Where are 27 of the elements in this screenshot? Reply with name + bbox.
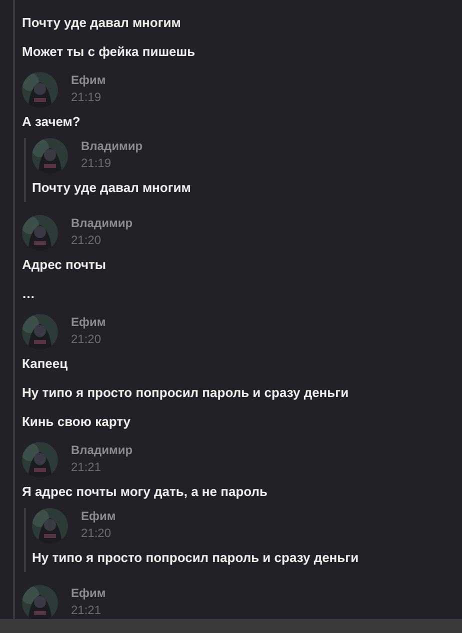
message-text: Ну типо я просто попросил пароль и сразу деньги: [22, 384, 349, 402]
quoted-message[interactable]: Владимир 21:19 Почту уде давал многим: [24, 138, 462, 202]
author-name[interactable]: Ефим: [71, 314, 106, 330]
message-time: 21:20: [71, 331, 102, 348]
author-name[interactable]: Ефим: [81, 508, 116, 524]
author-name[interactable]: Владимир: [71, 442, 133, 458]
message-time: 21:19: [71, 89, 102, 106]
message-text: Почту уде давал многим: [32, 179, 191, 197]
message-text: А зачем?: [22, 113, 80, 131]
message-text: Капеец: [22, 355, 68, 373]
message-text: Кинь свою карту: [22, 413, 131, 431]
message-text: Адрес почты: [22, 256, 106, 274]
author-name[interactable]: Ефим: [71, 585, 106, 601]
message-text: Почту уде давал многим: [22, 14, 181, 32]
author-name[interactable]: Владимир: [71, 215, 133, 231]
message-time: 21:21: [71, 459, 102, 476]
message-text: Я адрес почты могу дать, а не пароль: [22, 483, 268, 501]
message-time: 21:20: [81, 525, 112, 542]
message-text: Может ты с фейка пишешь: [22, 43, 196, 61]
quoted-message[interactable]: Ефим 21:20 Ну типо я просто попросил пароль и сразу деньги: [24, 508, 462, 572]
author-name[interactable]: Владимир: [81, 138, 143, 154]
message-time: 21:20: [71, 232, 102, 249]
author-name[interactable]: Ефим: [71, 72, 106, 88]
message-text: …: [22, 285, 35, 303]
message-time: 21:21: [71, 602, 102, 619]
message-text: Ну типо я просто попросил пароль и сразу деньги: [32, 549, 359, 567]
message-time: 21:19: [81, 155, 112, 172]
